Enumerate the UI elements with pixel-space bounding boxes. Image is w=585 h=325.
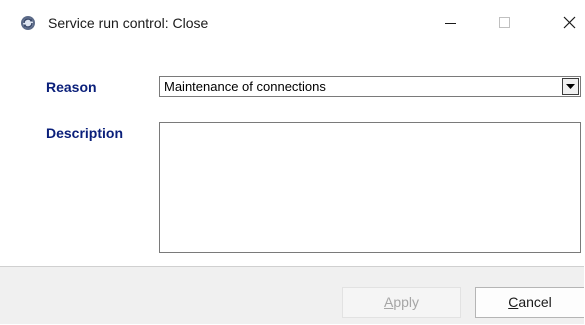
minimize-button[interactable] — [432, 0, 478, 46]
gear-icon — [19, 14, 37, 32]
maximize-button[interactable] — [489, 0, 535, 46]
cancel-mnemonic: C — [508, 294, 519, 310]
description-label: Description — [46, 125, 124, 141]
title-bar[interactable]: Service run control: Close — [0, 0, 584, 46]
dialog-window: Service run control: Close Reason Mainte… — [0, 0, 584, 324]
apply-mnemonic: A — [383, 294, 394, 310]
reason-select[interactable]: Maintenance of connections — [159, 76, 581, 97]
close-button[interactable] — [545, 0, 585, 46]
reason-value: Maintenance of connections — [164, 79, 326, 94]
apply-button[interactable]: Apply — [342, 287, 461, 318]
window-title: Service run control: Close — [48, 15, 209, 31]
apply-label: pply — [393, 294, 420, 310]
dropdown-button[interactable] — [562, 78, 579, 95]
cancel-label: ancel — [518, 294, 552, 310]
dialog-content: Reason Maintenance of connections Descri… — [0, 46, 584, 266]
cancel-button[interactable]: Cancel — [475, 287, 584, 318]
description-field[interactable] — [159, 122, 581, 253]
button-bar: Apply Cancel — [0, 266, 584, 324]
reason-label: Reason — [46, 79, 97, 95]
